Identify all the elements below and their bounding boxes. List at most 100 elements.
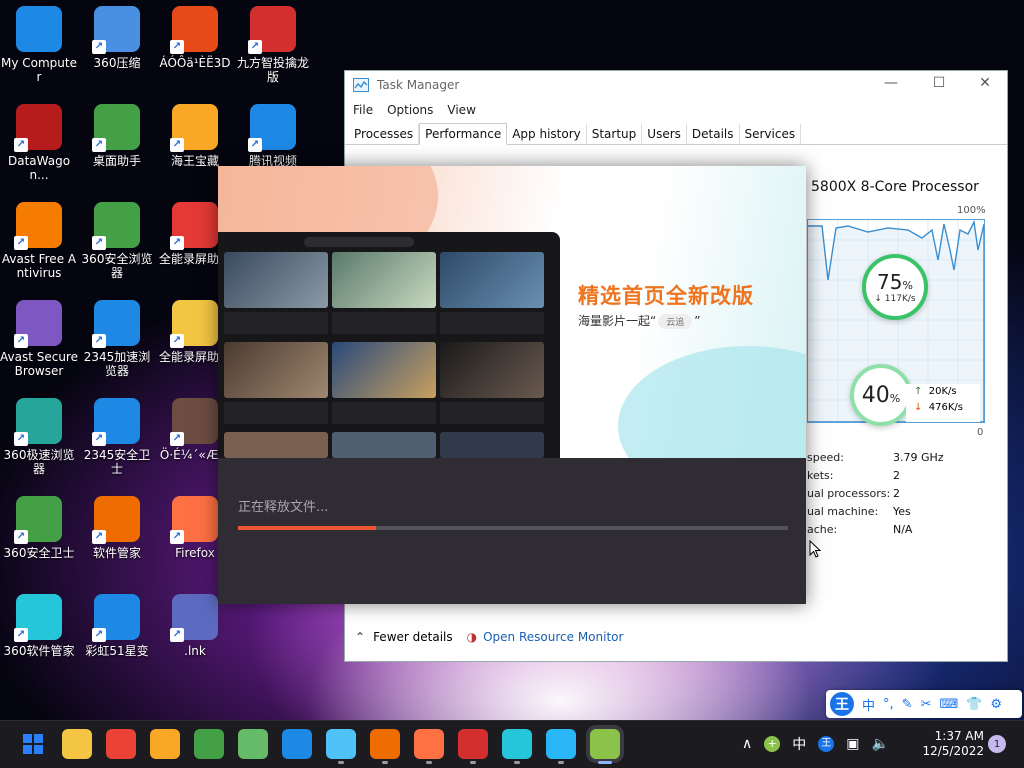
ime-tray-icon[interactable]: 王 xyxy=(818,736,835,752)
software-manager-icon[interactable] xyxy=(370,729,400,759)
windows-logo-icon xyxy=(23,734,43,754)
shortcut-arrow-icon: ↗ xyxy=(92,236,106,250)
desktop-icon[interactable]: ↗ 360软件管家 xyxy=(0,594,78,658)
shortcut-arrow-icon: ↗ xyxy=(92,432,106,446)
menu-file[interactable]: File xyxy=(353,103,373,117)
running-indicator xyxy=(426,761,432,764)
menu-options[interactable]: Options xyxy=(387,103,433,117)
ime-punctuation-toggle[interactable]: °, xyxy=(883,697,894,712)
fewer-details-button[interactable]: Fewer details xyxy=(373,630,453,644)
desktop-icon[interactable]: ↗ 360安全卫士 xyxy=(0,496,78,560)
tencent-icon[interactable] xyxy=(546,729,576,759)
desktop-icon-label: .lnk xyxy=(184,644,206,658)
ime-skin-icon[interactable]: 👕 xyxy=(966,697,982,712)
tab-performance[interactable]: Performance xyxy=(419,123,508,145)
2345-browser-icon[interactable] xyxy=(282,729,312,759)
installer-headline: 精选首页全新改版 xyxy=(578,284,754,308)
ime-handwriting-icon[interactable]: ✎ xyxy=(902,697,913,712)
maximize-button[interactable]: ☐ xyxy=(919,75,959,97)
system-clock[interactable]: 1:37 AM 12/5/2022 xyxy=(920,729,984,759)
avast-browser-icon[interactable] xyxy=(150,729,180,759)
desktop-icon[interactable]: ↗ 腾讯视频 xyxy=(234,104,312,168)
volume-icon[interactable]: 🔈 xyxy=(871,736,888,752)
chrome-icon[interactable] xyxy=(106,729,136,759)
network-icon[interactable]: ▣ xyxy=(846,736,859,752)
desktop-icon[interactable]: ↗ 2345安全卫士 xyxy=(78,398,156,476)
desktop-icon-label: 软件管家 xyxy=(92,546,141,560)
app-store-icon: ↗ xyxy=(14,594,62,642)
notification-badge[interactable]: 1 xyxy=(988,735,1006,753)
cpu-speed-widget[interactable]: 75% ↓ 117K/s xyxy=(862,254,928,320)
desktop-icon[interactable]: My Computer xyxy=(0,6,78,84)
file-explorer-icon[interactable] xyxy=(62,729,92,759)
finance-app-icon: ↗ xyxy=(248,6,296,54)
desktop-icon-label: 360压缩 xyxy=(93,56,141,70)
graph-max-label: 100% xyxy=(957,205,986,216)
start-button-icon[interactable] xyxy=(18,729,48,759)
desktop-icon[interactable]: ↗ 2345加速浏览器 xyxy=(78,300,156,378)
preview-thumbnail xyxy=(224,252,328,308)
ime-keyboard-icon[interactable]: ⌨ xyxy=(939,697,958,712)
system-tray: ∧ + 中 王 ▣ 🔈 xyxy=(742,729,889,759)
running-indicator xyxy=(470,761,476,764)
ime-screenshot-icon[interactable]: ✂ xyxy=(921,697,932,712)
close-button[interactable]: ✕ xyxy=(965,75,1005,97)
tab-users[interactable]: Users xyxy=(642,124,687,144)
desktop-icon[interactable]: ↗ 彩虹51星变 xyxy=(78,594,156,658)
download-speed: 476K/s xyxy=(928,402,963,413)
360-tray-icon[interactable]: + xyxy=(764,736,781,752)
menu-view[interactable]: View xyxy=(447,103,475,117)
desktop-icon[interactable]: ↗ Avast Secure Browser xyxy=(0,300,78,378)
finance-app-icon[interactable] xyxy=(458,729,488,759)
desktop-icon[interactable]: ↗ 九方智投擒龙版 xyxy=(234,6,312,84)
show-hidden-icons-button[interactable]: ∧ xyxy=(742,736,752,752)
tab-processes[interactable]: Processes xyxy=(349,124,420,144)
widget-mem-value: 40% xyxy=(862,383,900,408)
ime-toolbar[interactable]: 王 中 °, ✎ ✂ ⌨ 👕 ⚙ xyxy=(826,690,1022,718)
360-browser-icon[interactable] xyxy=(194,729,224,759)
desktop-icon[interactable]: ↗ 360极速浏览器 xyxy=(0,398,78,476)
chevron-up-icon[interactable]: ⌃ xyxy=(355,630,365,644)
preview-thumbnail xyxy=(224,342,328,398)
memory-widget[interactable]: 40% xyxy=(850,364,912,426)
datawagon-icon: ↗ xyxy=(14,104,62,152)
desktop-icon[interactable]: ↗ Avast Free Antivirus xyxy=(0,202,78,280)
desktop-icon[interactable]: ↗ 软件管家 xyxy=(78,496,156,560)
preview-thumbnail xyxy=(440,252,544,308)
tab-bar: Processes Performance App history Startu… xyxy=(345,123,1007,145)
360-software-manager-icon[interactable] xyxy=(502,729,532,759)
desktop-icon[interactable]: ↗ 桌面助手 xyxy=(78,104,156,168)
tab-startup[interactable]: Startup xyxy=(587,124,643,144)
input-mode-indicator[interactable]: 中 xyxy=(792,734,806,754)
desktop-icon[interactable]: ↗ 360安全浏览器 xyxy=(78,202,156,280)
ime-logo-icon[interactable]: 王 xyxy=(830,692,854,716)
shortcut-arrow-icon: ↗ xyxy=(170,334,184,348)
cpu-stats: speed: 3.79 GHz kets: 2 ual processors: 2 u… xyxy=(807,449,944,539)
stat-value: N/A xyxy=(893,523,913,536)
desktop-icon-label: 360安全卫士 xyxy=(3,546,75,560)
desktop-icon[interactable]: ↗ 海王宝藏 xyxy=(156,104,234,168)
tab-app-history[interactable]: App history xyxy=(507,124,587,144)
download-row: ↓ 476K/s xyxy=(914,400,980,416)
shortcut-arrow-icon: ↗ xyxy=(170,40,184,54)
task-manager-icon[interactable] xyxy=(326,729,356,759)
firefox-icon[interactable] xyxy=(414,729,444,759)
stat-row: ual processors: 2 xyxy=(807,485,944,503)
game-icon: ↗ xyxy=(170,398,218,446)
video-app-preview xyxy=(218,232,560,458)
tab-details[interactable]: Details xyxy=(687,124,740,144)
desktop-icon[interactable]: ↗ 360压缩 xyxy=(78,6,156,70)
installer-window[interactable]: 精选首页全新改版 海量影片一起“ 云追” 正在释放文件... xyxy=(218,166,806,604)
stat-key: ache: xyxy=(807,523,838,536)
minimize-button[interactable]: — xyxy=(871,75,911,97)
desktop-icon[interactable]: ↗ DataWagon... xyxy=(0,104,78,182)
360-safe-browser-icon[interactable] xyxy=(238,729,268,759)
video-installer-icon[interactable] xyxy=(590,729,620,759)
tab-services[interactable]: Services xyxy=(740,124,802,144)
installer-banner: 精选首页全新改版 海量影片一起“ 云追” xyxy=(218,166,806,458)
ime-settings-icon[interactable]: ⚙ xyxy=(990,697,1002,712)
open-resource-monitor-link[interactable]: Open Resource Monitor xyxy=(483,630,623,644)
ime-language-toggle[interactable]: 中 xyxy=(862,695,875,714)
running-indicator xyxy=(382,761,388,764)
desktop-icon[interactable]: ↗ ÁÓÔä¹ÈË3D xyxy=(156,6,234,70)
